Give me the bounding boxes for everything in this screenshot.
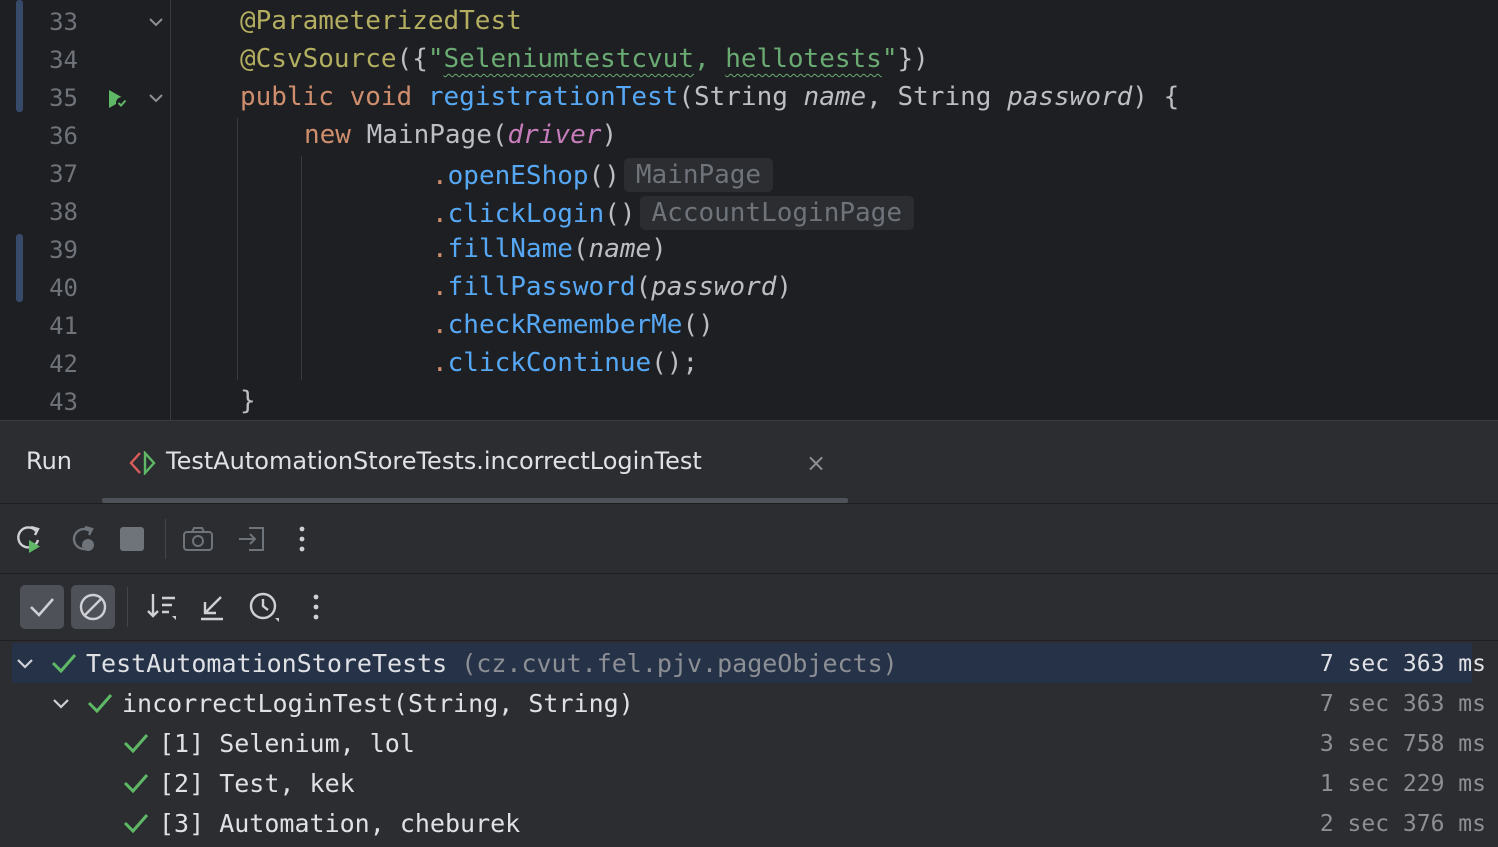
sort-button[interactable] [140,585,184,629]
collapse-icon [201,596,223,621]
history-button[interactable] [242,585,286,629]
run-title: Run [26,447,73,475]
fold-chevron-icon[interactable] [146,88,166,108]
screenshot-icon [183,527,213,551]
code-text: public void registrationTest(String name… [240,82,1180,112]
line-number: 34 [49,46,78,74]
check-icon [123,774,149,794]
check-icon [51,654,77,674]
stop-icon [120,527,144,551]
tree-row-case[interactable]: [3] Automation, cheburek 2 sec 376 ms [12,803,1486,843]
code-line[interactable]: 38 .clickLogin() AccountLoginPage [0,194,1498,232]
chevron-down-icon[interactable] [16,655,34,673]
check-icon [87,694,113,714]
code-text: @CsvSource({"Seleniumtestcvut, hellotest… [240,44,929,74]
line-number: 41 [49,312,78,340]
code-line[interactable]: 35 public void registrationTest(String n… [0,80,1498,118]
code-line[interactable]: 33 @ParameterizedTest [0,4,1498,42]
test-duration: 1 sec 229 ms [1319,771,1486,797]
export-button[interactable] [230,517,274,561]
code-text: .openEShop() MainPage [432,158,774,192]
code-line[interactable]: 34 @CsvSource({"Seleniumtestcvut, hellot… [0,42,1498,80]
code-text: .clickContinue(); [432,348,699,378]
line-number: 36 [49,122,78,150]
code-line[interactable]: 41 .checkRememberMe() [0,308,1498,346]
junit-test-icon [129,451,156,475]
code-text: @ParameterizedTest [240,6,522,36]
run-toolbar [0,505,1498,574]
tree-row-case[interactable]: [2] Test, kek 1 sec 229 ms [12,763,1486,803]
type-inlay-hint: AccountLoginPage [639,196,914,230]
run-header: Run TestAutomationStoreTests.incorrectLo… [0,421,1498,504]
history-icon [249,592,279,622]
code-text: new MainPage(driver) [304,120,618,150]
code-text: .checkRememberMe() [432,310,714,340]
rerun-icon [17,525,40,553]
test-duration: 7 sec 363 ms [1319,651,1486,677]
chevron-down-icon[interactable] [52,695,70,713]
check-icon [123,734,149,754]
line-number: 40 [49,274,78,302]
show-passed-toggle[interactable] [20,585,64,629]
test-duration: 7 sec 363 ms [1319,691,1486,717]
test-duration: 3 sec 758 ms [1319,731,1486,757]
line-number: 33 [49,8,78,36]
more-options-button[interactable] [280,517,324,561]
tree-item-label: incorrectLoginTest(String, String) [122,689,634,718]
type-inlay-hint: MainPage [623,158,774,192]
test-duration: 2 sec 376 ms [1319,811,1486,837]
code-line[interactable]: 43 } [0,384,1498,420]
code-editor[interactable]: 33 @ParameterizedTest 34 @CsvSource({"Se… [0,0,1498,420]
collapse-all-button[interactable] [190,585,234,629]
code-line[interactable]: 42 .clickContinue(); [0,346,1498,384]
show-passed-icon [30,598,54,617]
sort-icon [147,594,176,620]
run-config-tab[interactable]: TestAutomationStoreTests.incorrectLoginT… [102,421,848,503]
line-number: 43 [49,388,78,416]
tree-row-case[interactable]: [1] Selenium, lol 3 sec 758 ms [12,723,1486,763]
tree-item-label: [2] Test, kek [159,769,355,798]
code-text: } [240,386,256,416]
toolbar-separator [127,587,128,627]
export-icon [239,527,264,551]
line-number: 35 [49,84,78,112]
code-line[interactable]: 36 new MainPage(driver) [0,118,1498,156]
tree-row-suite[interactable]: TestAutomationStoreTests (cz.cvut.fel.pjv… [12,643,1486,683]
check-icon [123,814,149,834]
code-text: .clickLogin() AccountLoginPage [432,196,914,230]
run-tab-label: TestAutomationStoreTests.incorrectLoginT… [166,447,702,475]
code-line[interactable]: 40 .fillPassword(password) [0,270,1498,308]
test-filter-toolbar [0,574,1498,641]
code-line[interactable]: 37 .openEShop() MainPage [0,156,1498,194]
tree-item-label: [1] Selenium, lol [159,729,415,758]
more-icon [299,526,305,552]
line-number: 39 [49,236,78,264]
tree-item-label: TestAutomationStoreTests (cz.cvut.fel.pjv… [86,649,898,678]
tree-row-method[interactable]: incorrectLoginTest(String, String) 7 sec… [12,683,1486,723]
tree-item-label: [3] Automation, cheburek [159,809,521,838]
more-icon [313,594,319,620]
line-number: 42 [49,350,78,378]
toolbar-separator [165,519,166,559]
rerun-button[interactable] [6,517,50,561]
close-icon[interactable]: × [806,449,826,477]
tab-active-indicator [102,498,848,503]
screenshot-button[interactable] [176,517,220,561]
more-options-button[interactable] [294,585,338,629]
rerun-failed-icon [72,525,94,551]
stop-button[interactable] [110,517,154,561]
line-number: 38 [49,198,78,226]
rerun-failed-button[interactable] [60,517,104,561]
code-text: .fillPassword(password) [432,272,793,302]
show-ignored-icon [79,593,107,621]
show-ignored-toggle[interactable] [71,585,115,629]
code-text: .fillName(name) [432,234,667,264]
line-number: 37 [49,160,78,188]
fold-chevron-icon[interactable] [146,12,166,32]
test-results-tree[interactable]: TestAutomationStoreTests (cz.cvut.fel.pjv… [0,643,1498,847]
run-passed-icon[interactable] [104,86,130,112]
code-line[interactable]: 39 .fillName(name) [0,232,1498,270]
run-tool-window: Run TestAutomationStoreTests.incorrectLo… [0,420,1498,847]
